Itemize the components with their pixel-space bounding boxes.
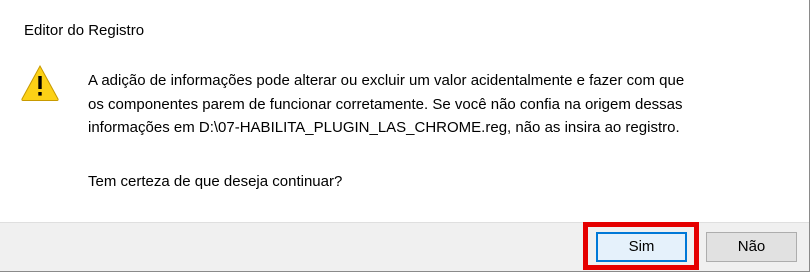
dialog-message: A adição de informações pode alterar ou … xyxy=(88,69,788,140)
yes-button[interactable]: Sim xyxy=(596,232,687,262)
warning-icon xyxy=(20,64,60,102)
message-line: os componentes parem de funcionar corret… xyxy=(88,95,683,113)
confirm-question: Tem certeza de que deseja continuar? xyxy=(88,173,343,190)
message-line: informações em D:\07-HABILITA_PLUGIN_LAS… xyxy=(88,119,680,136)
message-line: A adição de informações pode alterar ou … xyxy=(88,72,685,89)
registry-editor-dialog: Editor do Registro A adição de informaçõ… xyxy=(0,0,810,272)
title-bar[interactable]: Editor do Registro xyxy=(0,0,809,48)
dialog-title: Editor do Registro xyxy=(24,22,145,39)
button-bar xyxy=(0,222,809,271)
no-button[interactable]: Não xyxy=(706,232,797,262)
